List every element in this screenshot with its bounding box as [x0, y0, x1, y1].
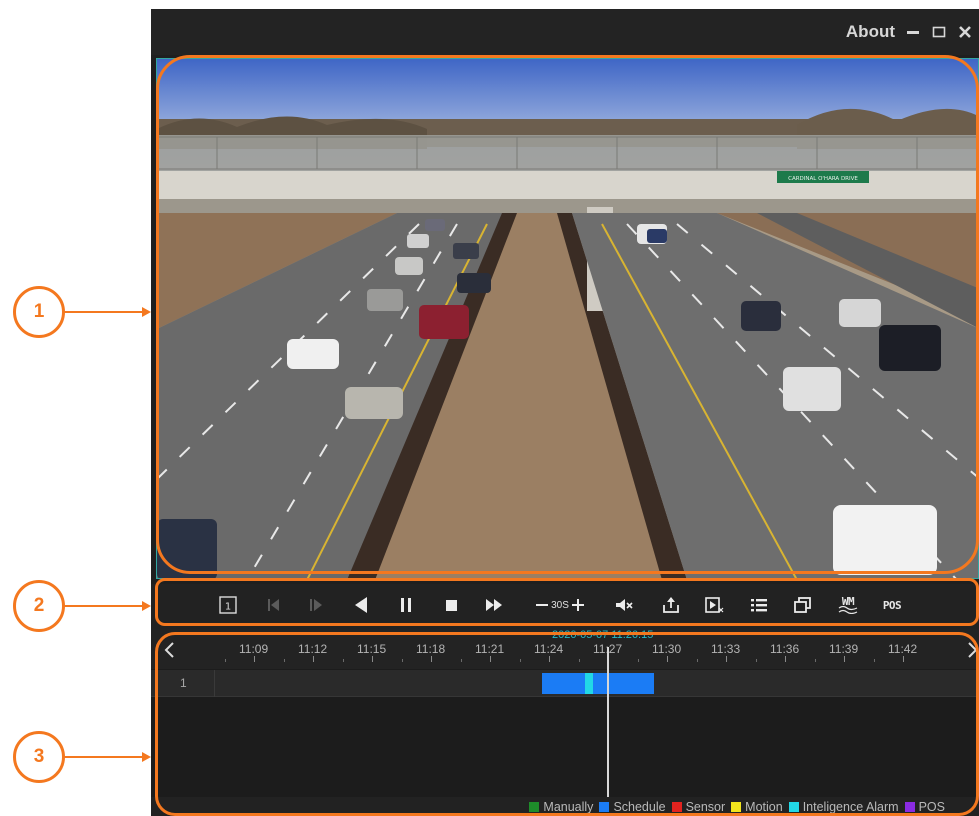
callout-video-box [156, 55, 979, 574]
callout-arrowhead-3 [142, 752, 151, 762]
about-link[interactable]: About [846, 22, 895, 42]
close-icon[interactable] [957, 24, 973, 40]
callout-badge-2: 2 [13, 580, 65, 632]
title-bar-controls: About [846, 20, 973, 44]
callout-line-1 [64, 311, 142, 313]
callout-toolbar-box [155, 578, 979, 626]
callout-timeline-box [155, 632, 979, 816]
callout-badge-1: 1 [13, 286, 65, 338]
minimize-icon[interactable] [905, 24, 921, 40]
callout-line-2 [64, 605, 142, 607]
callout-arrowhead-2 [142, 601, 151, 611]
callout-line-3 [64, 756, 142, 758]
maximize-icon[interactable] [931, 24, 947, 40]
callout-badge-3: 3 [13, 731, 65, 783]
title-bar: About [151, 9, 979, 55]
callout-arrowhead-1 [142, 307, 151, 317]
